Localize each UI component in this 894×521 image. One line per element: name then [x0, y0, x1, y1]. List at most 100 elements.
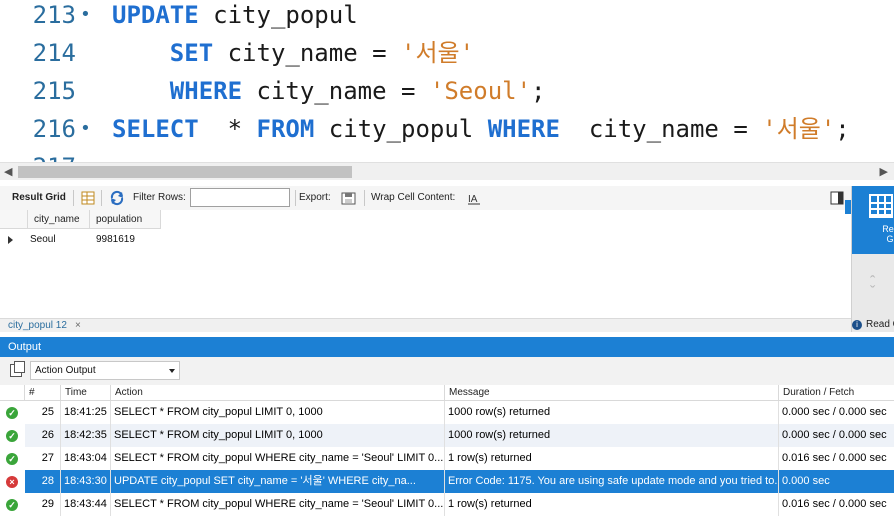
sql-keyword: SET — [169, 39, 214, 67]
grid-cell[interactable]: 9981619 — [90, 230, 161, 249]
column-header-message[interactable]: Message — [445, 385, 779, 401]
column-header-number[interactable]: # — [25, 385, 61, 401]
toolbar-divider — [364, 190, 365, 206]
output-cell-message: 1000 row(s) returned — [445, 401, 779, 424]
column-header-time[interactable]: Time — [61, 385, 111, 401]
output-cell-num: 29 — [25, 493, 61, 516]
output-cell-message: 1000 row(s) returned — [445, 424, 779, 447]
fold-marker-icon[interactable]: • — [80, 110, 91, 148]
output-cell-time: 18:43:44 — [61, 493, 111, 516]
output-row[interactable]: ✓ 25 18:41:25 SELECT * FROM city_popul LIMI… — [0, 401, 894, 424]
result-tab[interactable]: city_popul 12 × — [8, 320, 81, 331]
export-label: Export: — [299, 192, 331, 203]
code-line[interactable]: 213 • UPDATE city_popul — [0, 0, 894, 34]
sql-keyword: SELECT — [112, 115, 199, 143]
column-header-city-name[interactable]: city_name — [28, 210, 90, 229]
refresh-icon[interactable] — [109, 190, 125, 206]
wrap-cell-content-label: Wrap Cell Content: — [371, 192, 456, 203]
status-cell: × — [0, 470, 25, 493]
output-cell-time: 18:42:35 — [61, 424, 111, 447]
sql-identifier — [112, 77, 170, 105]
sql-keyword: FROM — [256, 115, 315, 143]
sql-identifier: city_popul — [198, 1, 358, 29]
toolbar-divider — [73, 190, 74, 206]
result-grid-side-button[interactable]: Result Grid — [852, 186, 894, 254]
code-line[interactable]: 214 SET city_name = '서울' — [0, 34, 894, 72]
export-icon[interactable] — [341, 190, 357, 206]
status-cell: ✓ — [0, 401, 25, 424]
scroll-left-icon[interactable]: ◀ — [4, 165, 12, 178]
output-cell-duration: 0.000 sec / 0.000 sec — [779, 424, 894, 447]
output-type-select[interactable]: Action Output — [30, 361, 180, 380]
code-text: WHERE city_name = 'Seoul'; — [112, 72, 546, 110]
grid-cell[interactable]: Seoul — [24, 230, 90, 249]
toolbar-divider — [295, 190, 296, 206]
copy-icon[interactable] — [10, 361, 25, 377]
line-number: 213 — [32, 1, 76, 29]
sql-identifier: ; — [531, 77, 546, 105]
fold-marker-icon[interactable]: • — [80, 0, 91, 34]
close-tab-icon[interactable]: × — [75, 320, 81, 331]
output-cell-duration: 0.000 sec / 0.000 sec — [782, 406, 887, 418]
output-cell-message: 1 row(s) returned — [445, 447, 779, 470]
result-tab-strip: city_popul 12 × — [0, 318, 851, 332]
sql-keyword: WHERE — [487, 115, 560, 143]
output-cell-action: SELECT * FROM city_popul WHERE city_name… — [111, 493, 445, 516]
sql-identifier: city_name = — [213, 39, 401, 67]
output-row[interactable]: × 28 18:43:30 UPDATE city_popul SET city_na… — [0, 470, 894, 493]
output-row[interactable]: ✓ 26 18:42:35 SELECT * FROM city_popul LIMI… — [0, 424, 894, 447]
sql-identifier: ; — [835, 115, 850, 143]
output-toolbar: Action Output — [0, 357, 894, 385]
sql-keyword: WHERE — [169, 77, 243, 105]
status-cell: ✓ — [0, 493, 25, 516]
result-grid-label: Result Grid — [12, 192, 66, 203]
sql-string: '서울' — [762, 115, 836, 143]
result-grid-side-label: Result Grid — [882, 224, 894, 244]
output-cell-duration: 0.016 sec / 0.000 sec — [782, 452, 887, 464]
output-table[interactable]: # Time Action Message Duration / Fetch ✓… — [0, 385, 894, 521]
sql-identifier: city_name = — [242, 77, 430, 105]
output-cell-message: 1 row(s) returned — [445, 493, 779, 516]
output-cell-num: 28 — [25, 470, 61, 493]
column-header-population[interactable]: population — [90, 210, 161, 229]
sql-keyword: UPDATE — [112, 1, 199, 29]
current-row-marker-icon — [8, 236, 13, 244]
column-header-duration[interactable]: Duration / Fetch — [779, 385, 894, 401]
scrollbar-thumb[interactable] — [18, 166, 352, 178]
output-row[interactable]: ✓ 27 18:43:04 SELECT * FROM city_popul WHER… — [0, 447, 894, 470]
success-icon: ✓ — [6, 499, 18, 511]
status-cell: ✓ — [0, 447, 25, 470]
editor-horizontal-scrollbar[interactable]: ◀ ▶ — [0, 162, 894, 180]
side-panel-indicator — [845, 200, 851, 214]
output-cell-time: 18:41:25 — [61, 401, 111, 424]
toolbar-divider — [101, 190, 102, 206]
code-text: UPDATE city_popul — [112, 0, 358, 34]
form-editor-icon[interactable] — [80, 190, 96, 206]
chevron-up-down-icon[interactable]: ˆˇ — [870, 275, 875, 301]
toggle-panel-icon[interactable] — [829, 190, 845, 206]
result-grid[interactable]: city_name population Seoul 9981619 — [0, 210, 851, 318]
code-line[interactable]: 215 WHERE city_name = 'Seoul'; — [0, 72, 894, 110]
sql-editor[interactable]: 213 • UPDATE city_popul 214 SET city_name =… — [0, 0, 894, 164]
column-header-action[interactable]: Action — [111, 385, 445, 401]
sql-identifier: city_name = — [559, 115, 763, 143]
read-only-label: Read Or — [866, 319, 894, 330]
success-icon: ✓ — [6, 407, 18, 419]
scroll-right-icon[interactable]: ▶ — [880, 165, 888, 178]
output-cell-action: SELECT * FROM city_popul LIMIT 0, 1000 — [111, 401, 445, 424]
output-row[interactable]: ✓ 29 18:43:44 SELECT * FROM city_popul WHER… — [0, 493, 894, 516]
code-text: SET city_name = '서울' — [112, 34, 474, 72]
output-cell-num: 25 — [25, 401, 61, 424]
wrap-text-icon[interactable]: IA — [466, 190, 482, 206]
error-icon: × — [6, 476, 18, 488]
output-cell-message: Error Code: 1175. You are using safe upd… — [445, 470, 779, 493]
output-cell-duration: 0.016 sec / 0.000 sec — [782, 498, 887, 510]
svg-text:IA: IA — [468, 194, 478, 205]
output-cell-action: UPDATE city_popul SET city_name = '서울' W… — [111, 470, 445, 493]
output-cell-action: SELECT * FROM city_popul WHERE city_name… — [111, 447, 445, 470]
filter-rows-input[interactable] — [190, 188, 290, 207]
output-cell-duration: 0.000 sec — [779, 470, 894, 493]
code-line[interactable]: 216 • SELECT * FROM city_popul WHERE city_… — [0, 110, 894, 148]
result-tab-label: city_popul 12 — [8, 320, 67, 331]
line-number: 215 — [32, 77, 76, 105]
